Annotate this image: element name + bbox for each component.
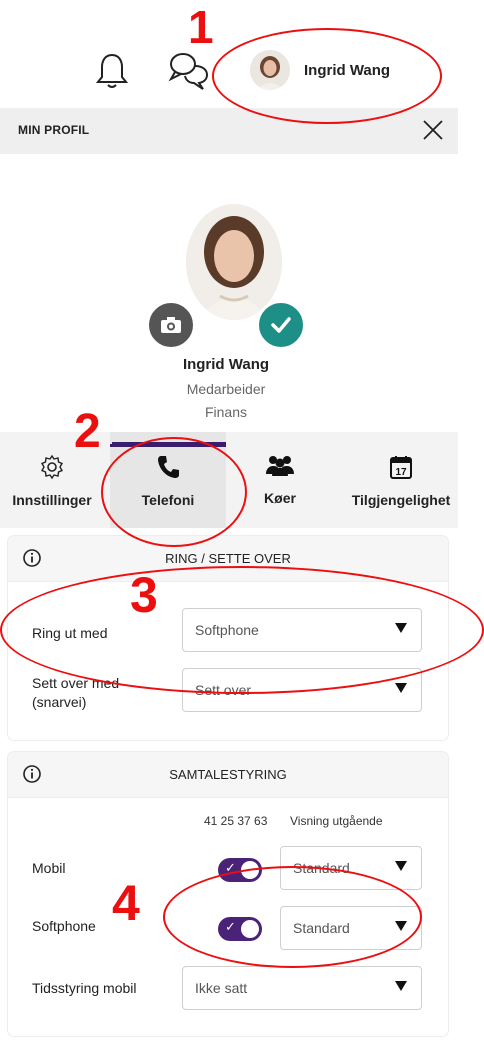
tab-label: Køer — [264, 490, 296, 506]
annotation-4: 4 — [112, 875, 140, 931]
annotation-2: 2 — [74, 405, 101, 458]
column-header-number: 41 25 37 63 — [204, 814, 268, 828]
chevron-down-icon — [395, 861, 407, 871]
annotation-ellipse-4 — [163, 866, 422, 968]
annotation-ellipse-2 — [101, 437, 247, 547]
chevron-down-icon — [395, 981, 407, 991]
panel-header: SAMTALESTYRING — [8, 752, 448, 798]
gear-icon — [41, 454, 63, 480]
close-icon[interactable] — [420, 116, 446, 144]
row-label-tidsstyring: Tidsstyring mobil — [32, 980, 137, 996]
tab-label: Tilgjengelighet — [351, 492, 451, 508]
profile-card: Ingrid Wang Medarbeider Finans — [0, 154, 458, 432]
column-header-display: Visning utgående — [290, 814, 383, 828]
section-title: RING / SETTE OVER — [165, 551, 291, 566]
tidsstyring-select[interactable]: Ikke satt — [182, 966, 422, 1010]
tab-tilgjengelighet[interactable]: 17 Tilgjengelighet — [336, 432, 466, 528]
camera-icon[interactable] — [146, 300, 196, 350]
people-icon — [266, 456, 294, 476]
row-label-mobil: Mobil — [32, 860, 66, 876]
panel-title: MIN PROFIL — [18, 123, 90, 137]
tab-label: Innstillinger — [12, 492, 92, 508]
section-title: SAMTALESTYRING — [169, 767, 287, 782]
annotation-ellipse-1 — [212, 28, 442, 124]
check-icon — [256, 300, 306, 350]
profile-department: Finans — [204, 404, 248, 420]
row-label-softphone: Softphone — [32, 918, 96, 934]
bell-icon[interactable] — [92, 50, 132, 92]
calendar-icon: 17 — [390, 456, 412, 479]
calendar-day: 17 — [395, 467, 407, 478]
chat-icon[interactable] — [164, 48, 214, 92]
annotation-ellipse-3 — [0, 566, 484, 694]
profile-name: Ingrid Wang — [182, 356, 270, 373]
select-value: Ikke satt — [195, 980, 248, 996]
chevron-down-icon — [395, 683, 407, 693]
annotation-1: 1 — [188, 1, 214, 53]
tab-koer[interactable]: Køer — [240, 432, 320, 528]
profile-role: Medarbeider — [186, 381, 266, 397]
